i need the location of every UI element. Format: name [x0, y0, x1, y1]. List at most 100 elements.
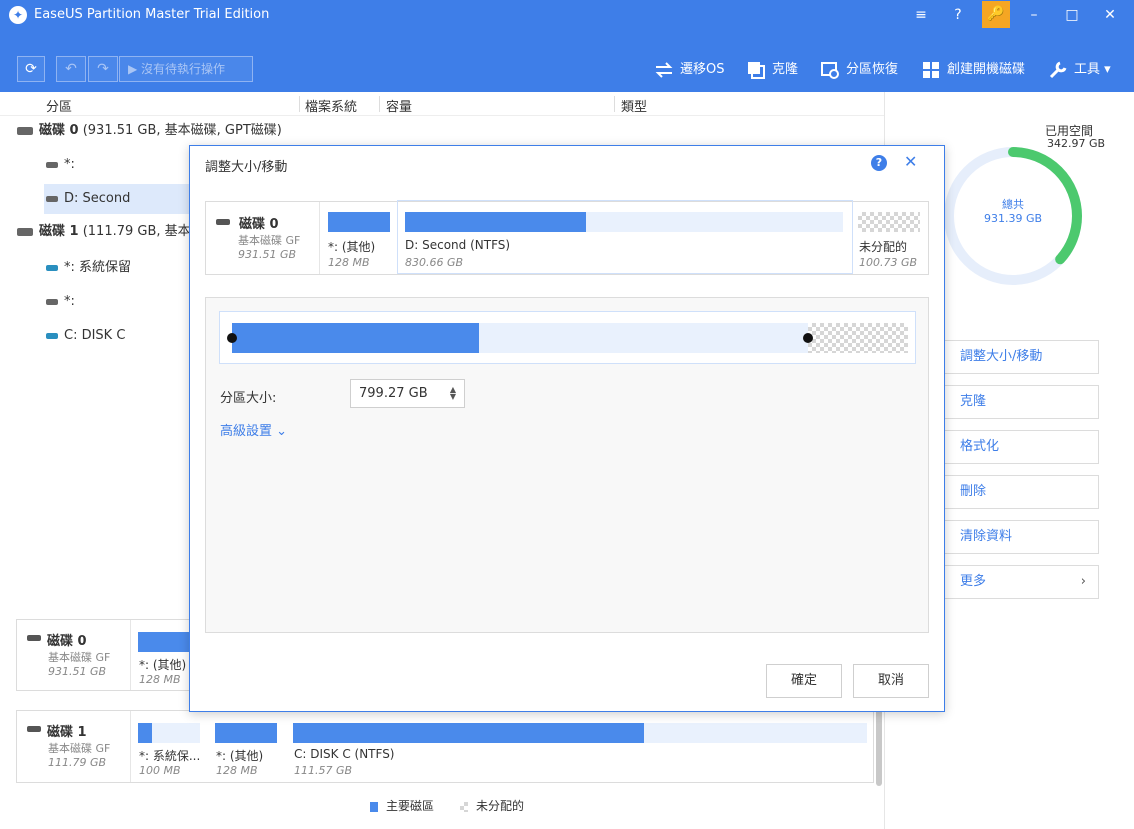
spinner-icon[interactable]: ▲ ▼: [450, 386, 456, 401]
col-divider: [299, 96, 300, 112]
partition-fill: [215, 723, 277, 743]
disk-row[interactable]: 磁碟 0 (931.51 GB, 基本磁碟, GPT磁碟): [0, 116, 884, 146]
close-window-button[interactable]: ✕: [1092, 0, 1128, 30]
legend-unallocated: 未分配的: [460, 797, 524, 814]
partition-bar[interactable]: [138, 723, 200, 743]
migrate-os-button[interactable]: 遷移OS: [654, 58, 725, 82]
partition-fill: [293, 723, 644, 743]
partition-label: *: (其他): [216, 749, 264, 763]
ok-button[interactable]: 確定: [766, 664, 842, 698]
create-bootable-disk-button[interactable]: 創建開機磁碟: [921, 58, 1025, 82]
advanced-settings-link[interactable]: 高級設置 ⌄: [220, 420, 287, 439]
resize-move-label: 調整大小/移動: [960, 349, 1043, 364]
unallocated-size: 100.73 GB: [859, 256, 918, 269]
undo-button[interactable]: ↶: [56, 56, 86, 82]
chevron-right-icon: ›: [1080, 574, 1086, 589]
slider-unallocated: [808, 323, 908, 353]
clone-label: 克隆: [960, 394, 987, 409]
cancel-button[interactable]: 取消: [853, 664, 929, 698]
partition-label: *:: [64, 157, 75, 172]
windows-icon: [923, 62, 939, 78]
primary-swatch: [370, 801, 378, 812]
partition-size: 128 MB: [139, 673, 181, 686]
menu-icon[interactable]: ≡: [903, 0, 939, 30]
partition-label: D: Second (NTFS): [405, 238, 511, 252]
format-label: 格式化: [960, 439, 1000, 454]
partition-fill: [328, 212, 390, 232]
partition-bar[interactable]: [215, 723, 277, 743]
partition-label: *: 系統保...: [139, 749, 201, 763]
partition-icon: [46, 298, 58, 305]
partition-label: *: (其他): [328, 240, 376, 254]
wipe-data-label: 清除資料: [960, 529, 1013, 544]
disk-detail: (111.79 GB, 基本磁: [82, 224, 204, 239]
toolbar: ⟳ ↶ ↷ ▶ 沒有待執行操作 遷移OS 克隆 分區恢復 創建開機磁碟 工具 ▾: [0, 30, 1134, 92]
partition-size: 111.57 GB: [294, 764, 353, 777]
close-icon[interactable]: ✕: [904, 152, 917, 171]
more-button[interactable]: 更多 ›: [943, 565, 1099, 599]
wrench-icon: [1049, 61, 1067, 79]
vertical-scrollbar[interactable]: [876, 700, 882, 786]
unallocated-swatch: [460, 801, 468, 812]
app-title: EaseUS Partition Master Trial Edition: [34, 7, 270, 22]
resize-move-button[interactable]: 調整大小/移動: [943, 340, 1099, 374]
disk-icon: [216, 219, 230, 225]
migrate-icon: [655, 62, 673, 78]
disk-icon: [17, 126, 33, 135]
migrate-os-label: 遷移OS: [680, 62, 725, 77]
system-partition-icon: [46, 264, 58, 271]
disk-label: 磁碟 1: [39, 224, 79, 239]
total-label: 總共: [1002, 198, 1024, 211]
tools-menu-button[interactable]: 工具 ▾: [1048, 58, 1111, 82]
minimize-button[interactable]: –: [1016, 0, 1052, 30]
title-bar: ✦ EaseUS Partition Master Trial Edition …: [0, 0, 1134, 30]
col-type[interactable]: 類型: [621, 96, 647, 115]
col-divider: [379, 96, 380, 112]
partition-size-label: 分區大小:: [220, 391, 277, 406]
partition-recovery-button[interactable]: 分區恢復: [820, 58, 898, 82]
disk-info: 磁碟 0 基本磁碟 GF 931.51 GB: [17, 620, 131, 690]
partition-bar[interactable]: [328, 212, 390, 232]
col-filesystem[interactable]: 檔案系統: [305, 96, 357, 115]
disk-icon: [27, 635, 41, 641]
col-partition[interactable]: 分區: [46, 96, 72, 115]
wipe-data-button[interactable]: 清除資料: [943, 520, 1099, 554]
unallocated-bar[interactable]: [858, 212, 920, 232]
partition-bar[interactable]: [293, 723, 867, 743]
tools-label: 工具 ▾: [1074, 62, 1111, 77]
legend-primary-label: 主要磁區: [386, 799, 435, 813]
disk-size: 931.51 GB: [238, 248, 297, 261]
clone-button[interactable]: 克隆: [746, 58, 798, 82]
partition-size: 128 MB: [328, 256, 370, 269]
disk-map[interactable]: 磁碟 1 基本磁碟 GF 111.79 GB *: 系統保... 100 MB …: [16, 710, 874, 783]
unallocated-label: 未分配的: [859, 240, 908, 254]
disk-info: 磁碟 1 基本磁碟 GF 111.79 GB: [17, 711, 131, 782]
partition-table-header: 分區 檔案系統 容量 類型: [0, 92, 884, 116]
left-resize-handle[interactable]: [227, 333, 237, 343]
disk-label: 磁碟 0: [39, 123, 79, 138]
disk-type: 基本磁碟 GF: [48, 651, 111, 664]
partition-icon: [46, 161, 58, 168]
more-label: 更多: [960, 574, 987, 589]
right-resize-handle[interactable]: [803, 333, 813, 343]
partition-fill: [405, 212, 586, 232]
pending-operations-button[interactable]: ▶ 沒有待執行操作: [119, 56, 253, 82]
clone-partition-button[interactable]: 克隆: [943, 385, 1099, 419]
col-capacity[interactable]: 容量: [386, 96, 412, 115]
partition-label: C: DISK C (NTFS): [294, 747, 395, 761]
help-icon[interactable]: ?: [871, 155, 887, 171]
resize-slider[interactable]: [219, 311, 916, 364]
partition-bar-selected[interactable]: [405, 212, 843, 232]
refresh-button[interactable]: ⟳: [17, 56, 45, 82]
clone-icon: [748, 62, 765, 79]
delete-button[interactable]: 刪除: [943, 475, 1099, 509]
key-icon[interactable]: 🔑: [982, 1, 1010, 28]
maximize-button[interactable]: □: [1054, 0, 1090, 30]
partition-label: *: 系統保留: [64, 260, 132, 275]
help-icon[interactable]: ?: [940, 0, 976, 30]
windows-partition-icon: [46, 332, 58, 339]
format-button[interactable]: 格式化: [943, 430, 1099, 464]
partition-size-input[interactable]: 799.27 GB ▲ ▼: [350, 379, 465, 408]
disk-type: 基本磁碟 GF: [48, 742, 111, 755]
redo-button[interactable]: ↷: [88, 56, 118, 82]
